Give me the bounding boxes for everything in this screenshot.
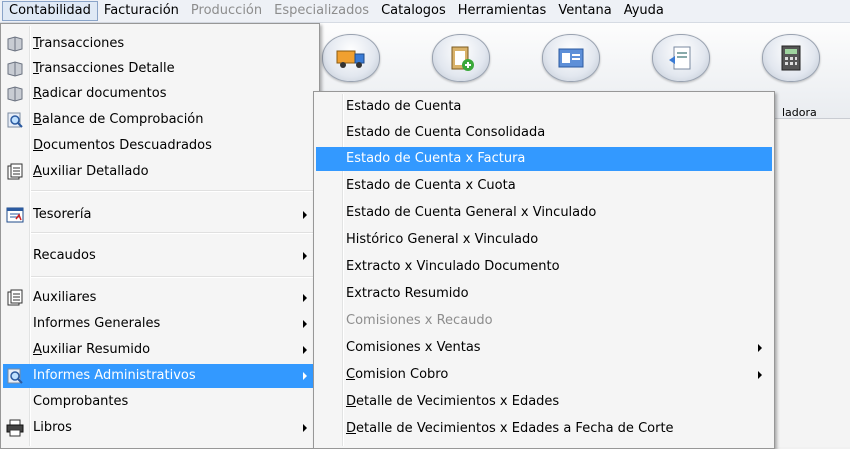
menu-item-label: Estado de Cuenta General x Vinculado (346, 205, 597, 220)
menu-item-label: Estado de Cuenta Consolidada (346, 125, 546, 140)
menu-item-label: Comisiones x Ventas (346, 340, 481, 355)
submenu-item-comision-cobro[interactable]: Comision Cobro (316, 363, 772, 387)
ledger-icon (7, 61, 23, 77)
menubar: Contabilidad Facturación Producción Espe… (0, 0, 850, 23)
submenu-arrow-icon (303, 346, 307, 354)
ledger-icon (7, 36, 23, 52)
submenu-arrow-icon (303, 372, 307, 380)
menu-item-auxiliar-detallado[interactable]: Auxiliar Detallado (3, 160, 317, 184)
magnifier-icon (7, 112, 23, 128)
menu-herramientas[interactable]: Herramientas (452, 1, 553, 21)
menu-separator (31, 232, 315, 234)
menu-item-label: Recaudos (33, 248, 96, 263)
submenu-item-estado-cuenta-factura[interactable]: Estado de Cuenta x Factura (316, 147, 772, 171)
menu-item-label: Informes Generales (33, 316, 161, 331)
id-card-icon (558, 48, 584, 68)
contabilidad-dropdown: Transacciones Transacciones Detalle Radi… (0, 23, 320, 449)
toolbar-calculator-label: ladora (782, 106, 817, 119)
menu-item-documentos-descuadrados[interactable]: Documentos Descuadrados (3, 134, 317, 158)
menu-item-balance-comprobacion[interactable]: Balance de Comprobación (3, 108, 317, 132)
submenu-item-detalle-vencimientos-edades[interactable]: Detalle de Vecimientos x Edades (316, 390, 772, 414)
toolbar-clipboard-add-button[interactable] (432, 34, 490, 82)
menu-item-label: Comprobantes (33, 394, 129, 409)
submenu-item-estado-cuenta[interactable]: Estado de Cuenta (316, 95, 772, 119)
menu-item-label: Documentos Descuadrados (33, 138, 212, 153)
menu-item-label: Estado de Cuenta x Cuota (346, 178, 516, 193)
toolbar-id-card-button[interactable] (542, 34, 600, 82)
menu-item-label: Transacciones Detalle (33, 61, 175, 76)
menu-item-transacciones-detalle[interactable]: Transacciones Detalle (3, 57, 317, 81)
menu-item-tesoreria[interactable]: Tesorería (3, 203, 317, 227)
menu-facturacion[interactable]: Facturación (98, 1, 185, 21)
menu-item-radicar-documentos[interactable]: Radicar documentos (3, 82, 317, 106)
toolbar-document-button[interactable] (652, 34, 710, 82)
menu-item-recaudos[interactable]: Recaudos (3, 244, 317, 268)
menu-catalogos[interactable]: Catalogos (375, 1, 452, 21)
submenu-arrow-icon (303, 252, 307, 260)
submenu-arrow-icon (303, 211, 307, 219)
menu-item-label: Auxiliares (33, 290, 97, 305)
submenu-arrow-icon (758, 371, 762, 379)
menu-item-label: Libros (33, 420, 72, 435)
printer-icon (6, 419, 24, 437)
menu-produccion[interactable]: Producción (185, 1, 268, 21)
menu-item-label: Extracto x Vinculado Documento (346, 259, 560, 274)
submenu-item-estado-cuenta-cuota[interactable]: Estado de Cuenta x Cuota (316, 174, 772, 198)
menu-item-auxiliares[interactable]: Auxiliares (3, 286, 317, 310)
menu-item-transacciones[interactable]: Transacciones (3, 32, 317, 56)
magnifier-icon (7, 368, 23, 384)
menu-item-auxiliar-resumido[interactable]: Auxiliar Resumido (3, 338, 317, 362)
document-arrow-icon (669, 46, 691, 70)
clipboard-add-icon (451, 46, 474, 71)
informes-administrativos-submenu: Estado de Cuenta Estado de Cuenta Consol… (313, 91, 775, 449)
menu-ventana[interactable]: Ventana (552, 1, 617, 21)
treasury-icon (6, 207, 24, 223)
menu-item-label: Estado de Cuenta (346, 99, 462, 114)
submenu-item-comisiones-recaudo[interactable]: Comisiones x Recaudo (316, 309, 772, 333)
submenu-arrow-icon (758, 344, 762, 352)
submenu-item-comisiones-ventas[interactable]: Comisiones x Ventas (316, 336, 772, 360)
toolbar-calculator-button[interactable] (762, 34, 820, 82)
menu-item-informes-administrativos[interactable]: Informes Administrativos (3, 364, 317, 388)
menu-item-label: Histórico General x Vinculado (346, 232, 539, 247)
menu-item-label: Balance de Comprobación (33, 112, 204, 127)
menu-especializados[interactable]: Especializados (268, 1, 375, 21)
report-icon (7, 163, 23, 180)
menu-item-label: Informes Administrativos (33, 368, 196, 383)
submenu-item-detalle-vencimientos-fecha-corte[interactable]: Detalle de Vecimientos x Edades a Fecha … (316, 417, 772, 441)
menu-item-label: Auxiliar Resumido (33, 342, 151, 357)
menu-item-comprobantes[interactable]: Comprobantes (3, 390, 317, 414)
menu-ayuda[interactable]: Ayuda (618, 1, 670, 21)
menu-item-label: Transacciones (33, 36, 125, 51)
menu-item-informes-generales[interactable]: Informes Generales (3, 312, 317, 336)
toolbar-truck-button[interactable] (322, 34, 380, 82)
menu-item-label: Comision Cobro (346, 367, 449, 382)
submenu-item-historico-general-vinculado[interactable]: Histórico General x Vinculado (316, 228, 772, 252)
menu-item-label: Comisiones x Recaudo (346, 313, 493, 328)
menu-item-label: Estado de Cuenta x Factura (346, 151, 526, 166)
submenu-item-extracto-vinculado-documento[interactable]: Extracto x Vinculado Documento (316, 255, 772, 279)
menu-item-label: Extracto Resumido (346, 286, 469, 301)
calculator-icon (781, 45, 801, 71)
submenu-item-extracto-resumido[interactable]: Extracto Resumido (316, 282, 772, 306)
submenu-item-estado-cuenta-general-vinculado[interactable]: Estado de Cuenta General x Vinculado (316, 201, 772, 225)
menu-item-label: Detalle de Vecimientos x Edades (346, 394, 560, 409)
report-icon (7, 289, 23, 306)
menu-item-label: Detalle de Vecimientos x Edades a Fecha … (346, 421, 674, 436)
menu-separator (31, 276, 315, 278)
truck-icon (336, 50, 365, 68)
menu-item-label: Auxiliar Detallado (33, 164, 149, 179)
menu-contabilidad[interactable]: Contabilidad (2, 1, 98, 21)
submenu-item-estado-cuenta-consolidada[interactable]: Estado de Cuenta Consolidada (316, 121, 772, 145)
submenu-arrow-icon (303, 294, 307, 302)
submenu-arrow-icon (303, 320, 307, 328)
menu-item-libros[interactable]: Libros (3, 416, 317, 440)
menu-separator (31, 190, 315, 192)
submenu-arrow-icon (303, 424, 307, 432)
ledger-icon (7, 86, 23, 102)
menu-item-label: Tesorería (33, 207, 92, 222)
menu-item-label: Radicar documentos (33, 86, 167, 101)
